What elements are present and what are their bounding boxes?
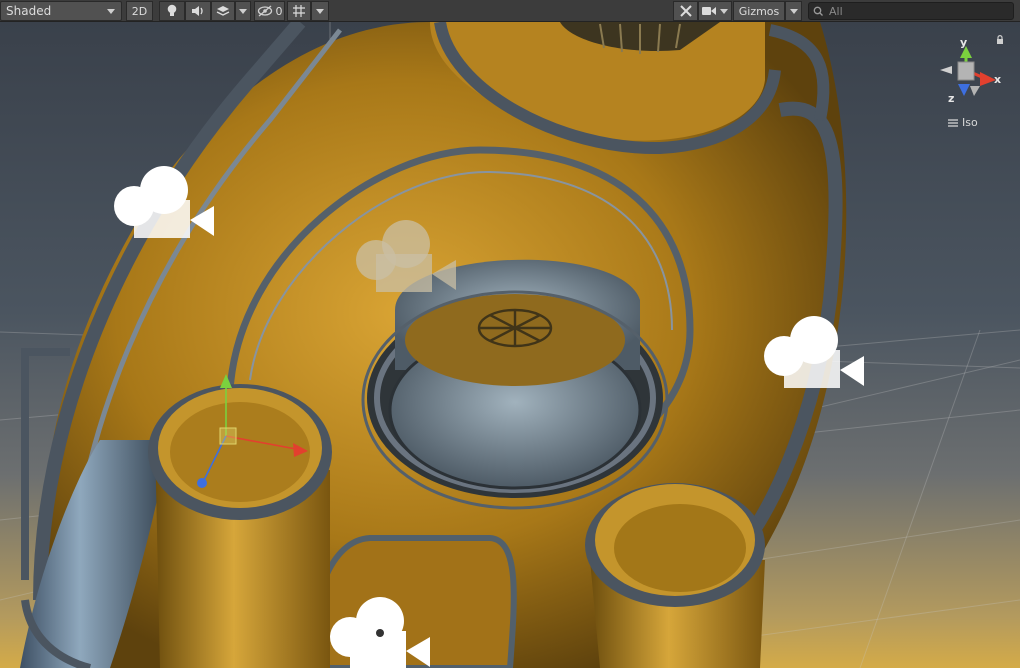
toggle-2d-label: 2D: [131, 4, 148, 18]
light-bulb-icon: [167, 4, 177, 16]
search-field[interactable]: [808, 2, 1014, 20]
camera-gizmo-icon[interactable]: [328, 595, 432, 668]
hidden-objects-count: 0: [275, 4, 283, 18]
effects-layers-icon: [216, 6, 230, 16]
submarine-3d-model: [0, 22, 1020, 668]
chevron-down-icon: [789, 8, 798, 14]
video-camera-icon: [702, 7, 716, 15]
eye-slash-icon: [257, 5, 272, 17]
search-icon: [813, 6, 823, 16]
camera-gizmo-icon[interactable]: [112, 164, 216, 240]
chevron-down-icon: [107, 8, 115, 14]
scene-viewport[interactable]: y x z Iso: [0, 22, 1020, 668]
projection-label: Iso: [962, 116, 978, 129]
tools-icon: [679, 5, 692, 17]
gizmo-axis-z[interactable]: z: [948, 92, 954, 105]
grid-dropdown-button[interactable]: [311, 1, 329, 21]
draw-mode-label: Shaded: [6, 4, 52, 18]
effects-toggle-button[interactable]: [211, 1, 235, 21]
hamburger-icon: [948, 118, 958, 127]
chevron-down-icon: [239, 8, 247, 14]
draw-mode-dropdown[interactable]: Shaded: [0, 1, 122, 21]
search-input[interactable]: [829, 4, 999, 18]
chevron-down-icon: [316, 8, 324, 14]
camera-gizmo-icon[interactable]: [762, 314, 866, 390]
speaker-icon: [192, 6, 203, 16]
scene-orientation-gizmo[interactable]: [934, 36, 1004, 106]
gizmo-axis-y[interactable]: y: [960, 36, 967, 49]
lighting-toggle-button[interactable]: [159, 1, 185, 21]
gizmos-label: Gizmos: [738, 4, 780, 18]
gizmos-button[interactable]: Gizmos: [733, 1, 785, 21]
grid-icon: [293, 5, 305, 17]
gizmos-dropdown-button[interactable]: [785, 1, 802, 21]
tools-button[interactable]: [673, 1, 698, 21]
hidden-objects-toggle[interactable]: 0: [254, 1, 285, 21]
camera-gizmo-icon[interactable]: [354, 218, 458, 294]
lock-icon[interactable]: [995, 35, 1005, 45]
scene-toolbar: Shaded 2D 0 Gizmos All: [0, 0, 1020, 22]
audio-toggle-button[interactable]: [185, 1, 211, 21]
projection-toggle[interactable]: Iso: [948, 116, 978, 129]
gizmo-axis-x[interactable]: x: [994, 73, 1001, 86]
grid-toggle-button[interactable]: [287, 1, 311, 21]
effects-dropdown-button[interactable]: [235, 1, 251, 21]
camera-settings-button[interactable]: [698, 1, 732, 21]
toggle-2d-button[interactable]: 2D: [126, 1, 153, 21]
chevron-down-icon: [720, 8, 728, 14]
